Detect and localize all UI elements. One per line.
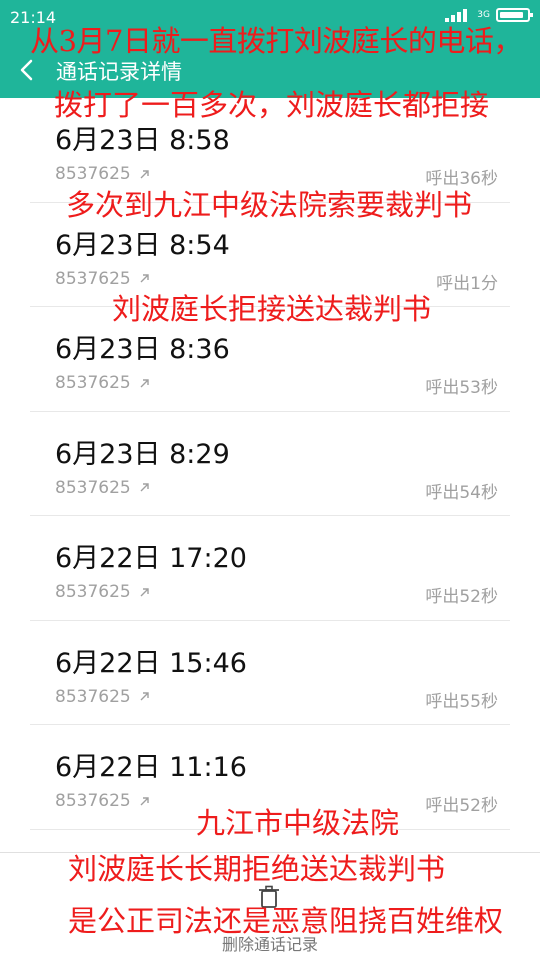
call-number: 8537625 [55,478,150,498]
outgoing-call-icon [140,169,149,178]
phone-number: 8537625 [55,791,131,811]
phone-number: 8537625 [55,164,131,184]
call-date: 6月23日 8:36 [55,334,230,365]
back-arrow-icon[interactable] [14,56,42,84]
phone-number: 8537625 [55,373,131,393]
call-duration: 呼出55秒 [425,691,498,712]
overlay-caption: 九江市中级法院 [196,806,400,840]
call-number: 8537625 [55,582,150,602]
overlay-caption: 多次到九江中级法院索要裁判书 [66,188,473,222]
call-number: 8537625 [55,164,150,184]
call-date: 6月23日 8:29 [55,438,230,470]
outgoing-call-icon [140,378,149,387]
call-date: 6月22日 11:16 [55,752,247,783]
call-number: 8537625 [55,791,150,811]
overlay-caption: 拨打了一百多次，刘波庭长都拒接 [54,88,490,122]
call-date: 6月22日 15:46 [55,647,247,679]
call-log-row[interactable]: 6月23日 8:29 8537625 呼出54秒 [30,412,510,516]
overlay-caption: 是公正司法还是恶意阻挠百姓维权 [68,904,504,938]
phone-number: 8537625 [55,686,131,707]
call-date: 6月23日 8:54 [55,229,230,261]
outgoing-call-icon [140,692,149,701]
overlay-caption: 刘波庭长拒接送达裁判书 [112,292,432,326]
overlay-caption: 从3月7日就一直拨打刘波庭长的电话， [30,24,522,58]
phone-number: 8537625 [55,477,131,498]
call-duration: 呼出53秒 [425,378,498,398]
outgoing-call-icon [140,587,149,596]
outgoing-call-icon [140,796,149,805]
call-duration: 呼出54秒 [425,482,498,503]
call-log-row[interactable]: 6月22日 17:20 8537625 呼出52秒 [30,516,510,621]
call-number: 8537625 [55,687,150,707]
call-date: 6月22日 17:20 [55,543,247,574]
call-duration: 呼出52秒 [425,587,498,607]
call-number: 8537625 [55,373,150,393]
phone-number: 8537625 [55,582,131,602]
call-log-row[interactable]: 6月22日 15:46 8537625 呼出55秒 [30,621,510,725]
outgoing-call-icon [140,483,149,492]
call-duration: 呼出1分 [436,273,498,294]
call-duration: 呼出52秒 [425,796,498,816]
overlay-caption: 刘波庭长长期拒绝送达裁判书 [68,852,446,886]
outgoing-call-icon [140,274,149,283]
